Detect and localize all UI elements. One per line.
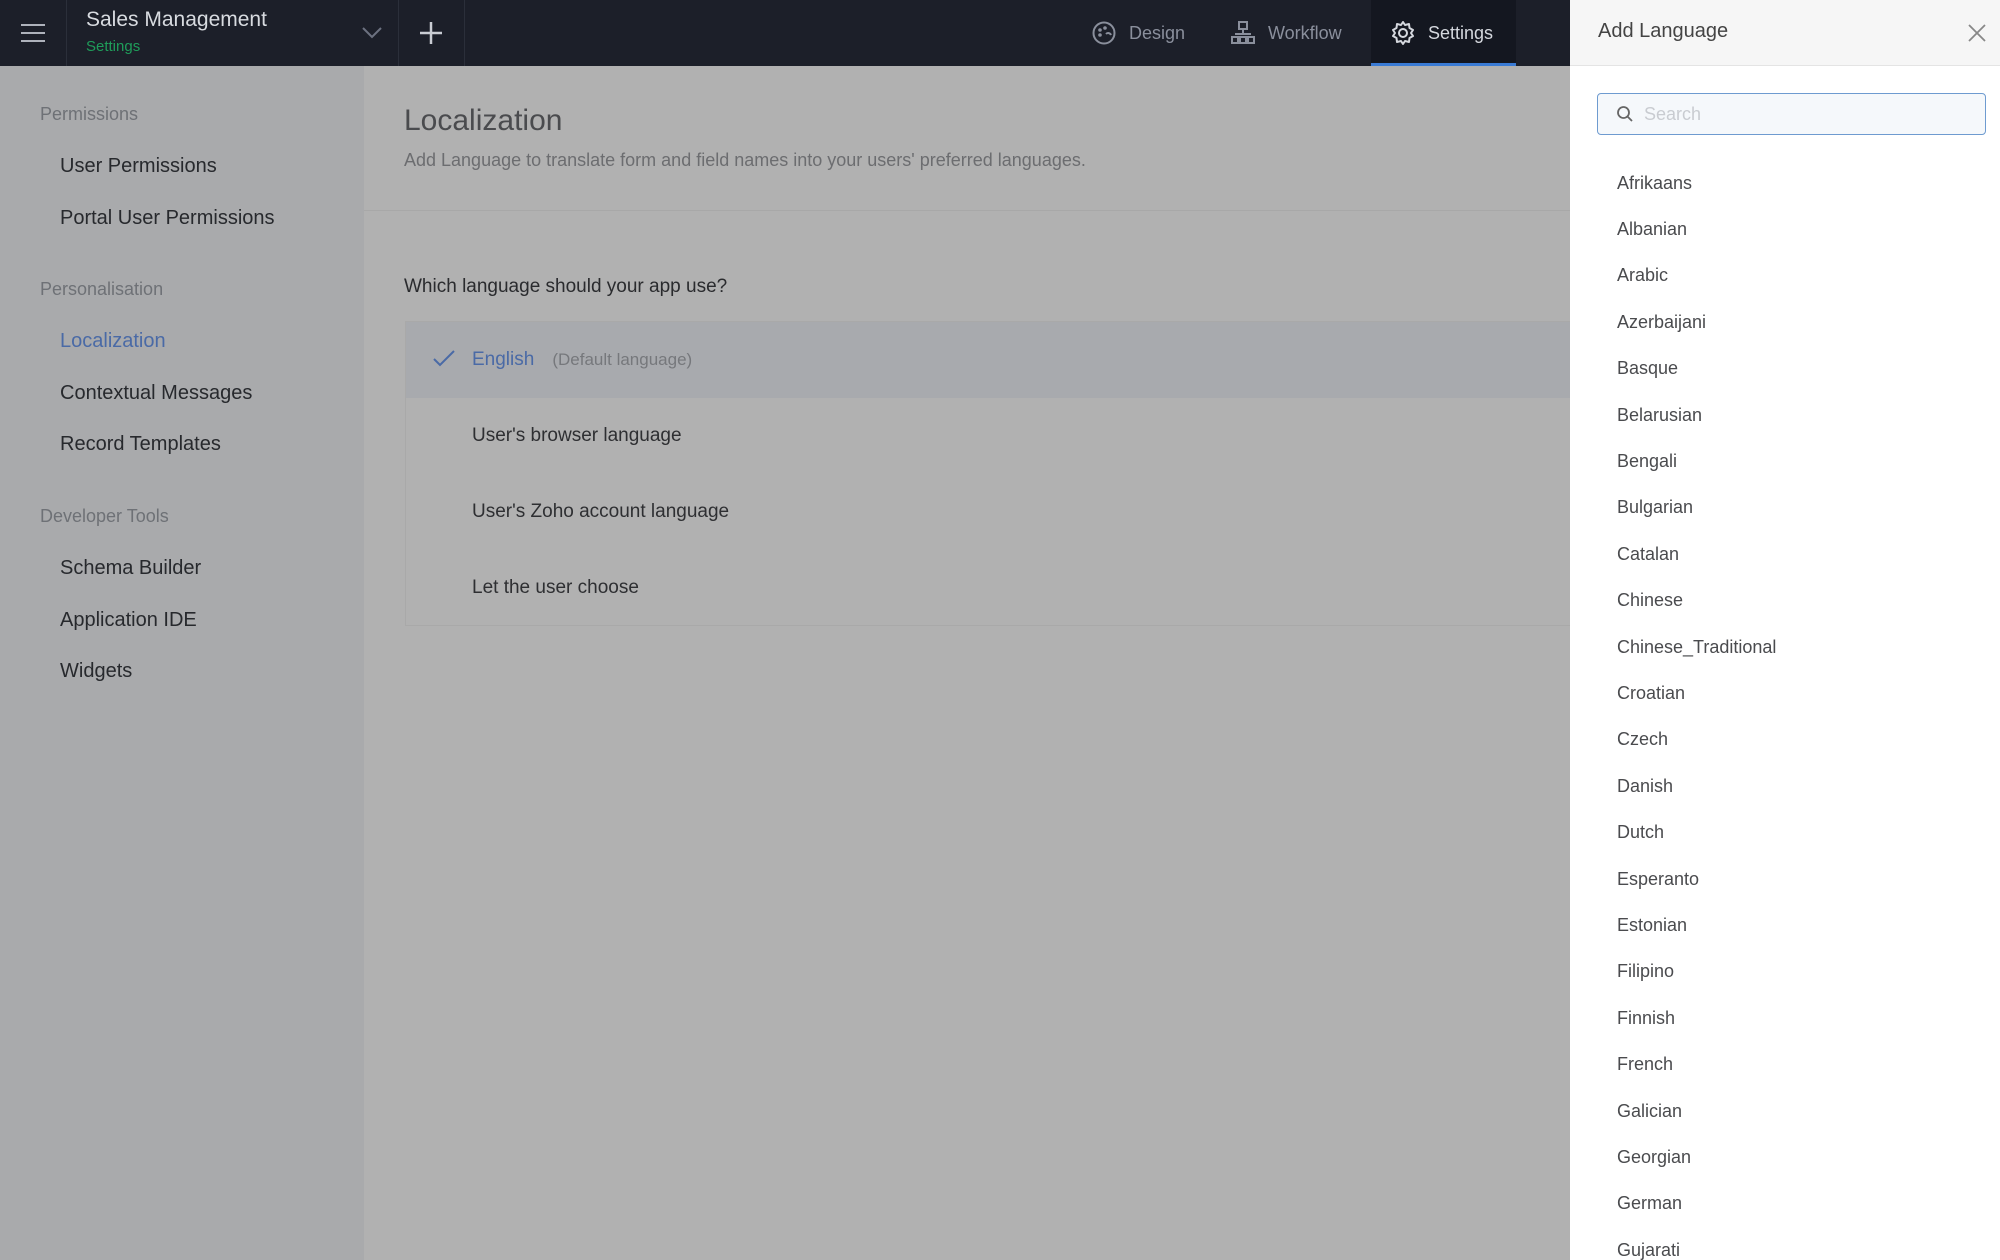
- language-question: Which language should your app use?: [404, 276, 728, 297]
- page-header: Localization Add Language to translate f…: [364, 66, 1570, 211]
- option-zoho-account-language[interactable]: User's Zoho account language: [406, 474, 1571, 550]
- page-description: Add Language to translate form and field…: [404, 150, 1086, 170]
- language-item[interactable]: Albanian: [1570, 206, 2000, 252]
- language-item[interactable]: French: [1570, 1041, 2000, 1087]
- language-item[interactable]: Azerbaijani: [1570, 299, 2000, 345]
- close-button[interactable]: [1962, 18, 1992, 48]
- language-options: English (Default language) User's browse…: [405, 321, 1571, 626]
- sidebar-item-portal-user-permissions[interactable]: Portal User Permissions: [60, 207, 275, 230]
- search-input[interactable]: [1644, 103, 1964, 125]
- sidebar-item-localization[interactable]: Localization: [60, 330, 166, 353]
- sidebar-item-widgets[interactable]: Widgets: [60, 660, 132, 683]
- option-label: Let the user choose: [472, 577, 639, 598]
- app-title: Sales Management: [86, 8, 267, 31]
- sidebar-item-record-templates[interactable]: Record Templates: [60, 433, 221, 456]
- language-item[interactable]: Galician: [1570, 1088, 2000, 1134]
- checkmark-icon: [433, 350, 455, 367]
- tab-settings[interactable]: Settings: [1371, 0, 1516, 66]
- tab-design-label: Design: [1129, 22, 1186, 43]
- palette-icon: [1092, 21, 1116, 45]
- menu-button[interactable]: [0, 0, 66, 66]
- language-search: [1597, 93, 1986, 135]
- language-item[interactable]: Chinese_Traditional: [1570, 624, 2000, 670]
- gear-icon: [1392, 21, 1414, 45]
- language-item[interactable]: Esperanto: [1570, 856, 2000, 902]
- language-item[interactable]: Danish: [1570, 763, 2000, 809]
- option-browser-language[interactable]: User's browser language: [406, 398, 1571, 474]
- sidebar-item-schema-builder[interactable]: Schema Builder: [60, 557, 201, 580]
- app-subtitle: Settings: [86, 38, 141, 55]
- plus-icon: [420, 22, 442, 44]
- tab-workflow-label: Workflow: [1268, 22, 1342, 43]
- panel-header: Add Language: [1570, 0, 2000, 66]
- option-user-choose[interactable]: Let the user choose: [406, 550, 1571, 626]
- language-item[interactable]: Belarusian: [1570, 392, 2000, 438]
- add-button[interactable]: [398, 0, 464, 66]
- language-item[interactable]: Finnish: [1570, 995, 2000, 1041]
- language-item[interactable]: Gujarati: [1570, 1227, 2000, 1260]
- language-item[interactable]: Estonian: [1570, 902, 2000, 948]
- language-item[interactable]: Arabic: [1570, 253, 2000, 299]
- tab-workflow[interactable]: Workflow: [1222, 0, 1350, 66]
- app-switcher-button[interactable]: [355, 16, 389, 50]
- option-label: English: [472, 349, 535, 370]
- language-item[interactable]: Bengali: [1570, 438, 2000, 484]
- option-label: User's browser language: [472, 425, 682, 446]
- language-item[interactable]: Catalan: [1570, 531, 2000, 577]
- app-title-block: Sales Management Settings: [86, 8, 267, 55]
- tab-design[interactable]: Design: [1083, 0, 1193, 66]
- language-item[interactable]: Czech: [1570, 717, 2000, 763]
- close-icon: [1968, 24, 1986, 42]
- language-list: Afrikaans Albanian Arabic Azerbaijani Basque…: [1570, 160, 2000, 1260]
- chevron-down-icon: [362, 27, 382, 39]
- sidebar-item-application-ide[interactable]: Application IDE: [60, 609, 197, 632]
- sidebar-group-permissions: Permissions: [40, 104, 139, 124]
- option-english[interactable]: English (Default language): [406, 322, 1571, 398]
- main-content: Localization Add Language to translate f…: [364, 66, 1571, 1260]
- divider: [464, 0, 465, 66]
- panel-title: Add Language: [1598, 20, 1729, 42]
- sidebar-group-developer-tools: Developer Tools: [40, 506, 169, 526]
- option-label: User's Zoho account language: [472, 501, 730, 522]
- language-item[interactable]: Filipino: [1570, 949, 2000, 995]
- language-item[interactable]: Dutch: [1570, 809, 2000, 855]
- sidebar-item-user-permissions[interactable]: User Permissions: [60, 155, 217, 178]
- hamburger-icon: [21, 21, 45, 45]
- page-title: Localization: [404, 104, 563, 137]
- language-item[interactable]: Croatian: [1570, 670, 2000, 716]
- search-icon: [1617, 106, 1633, 122]
- sidebar-group-personalisation: Personalisation: [40, 279, 164, 299]
- divider: [66, 0, 67, 66]
- sidebar: Permissions User Permissions Portal User…: [0, 66, 364, 1260]
- language-item[interactable]: Afrikaans: [1570, 160, 2000, 206]
- workflow-icon: [1231, 21, 1255, 44]
- sidebar-item-contextual-messages[interactable]: Contextual Messages: [60, 382, 252, 405]
- language-item[interactable]: Basque: [1570, 346, 2000, 392]
- language-item[interactable]: Bulgarian: [1570, 485, 2000, 531]
- tab-settings-label: Settings: [1428, 22, 1494, 43]
- language-item[interactable]: German: [1570, 1181, 2000, 1227]
- language-item[interactable]: Chinese: [1570, 578, 2000, 624]
- add-language-panel: Add Language AfrikaansAlbanianArabicAzer…: [1570, 0, 2000, 1260]
- language-item[interactable]: Georgian: [1570, 1134, 2000, 1180]
- option-note: (Default language): [552, 350, 693, 369]
